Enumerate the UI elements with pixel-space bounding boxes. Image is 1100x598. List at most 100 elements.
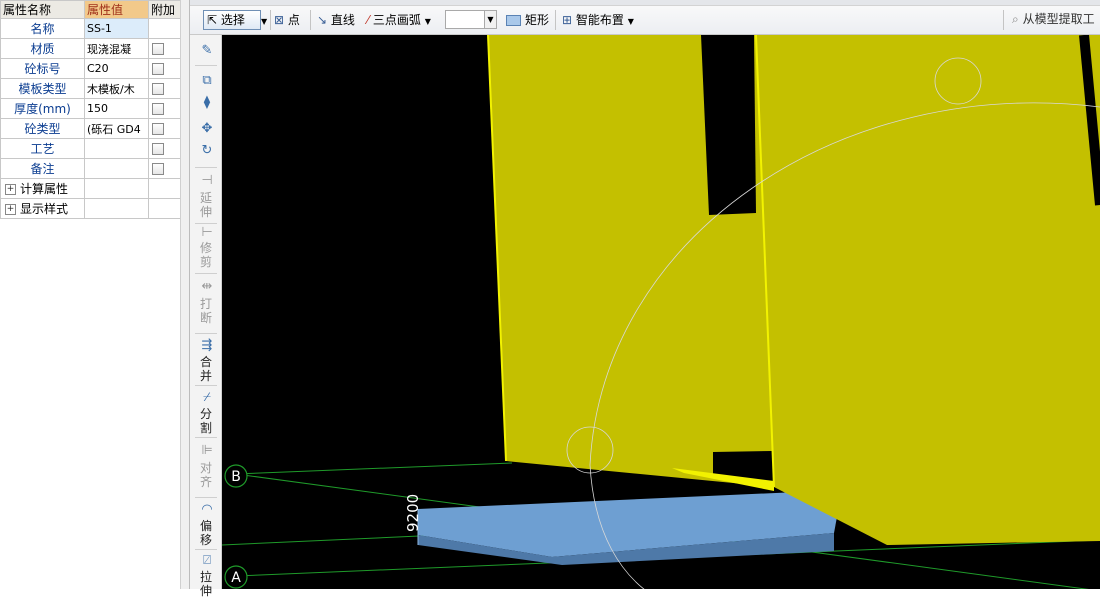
cursor-icon: ⇱: [207, 13, 218, 27]
merge-button[interactable]: 合并: [199, 355, 213, 383]
line-button[interactable]: ↘ 直线: [317, 11, 355, 29]
arc-label: 三点画弧: [372, 13, 421, 27]
point-label: 点: [287, 13, 300, 27]
line-icon: ↘: [317, 13, 328, 27]
trim-icon: ⊢: [201, 225, 213, 240]
offset-icon: ◠: [201, 502, 213, 517]
offset-button[interactable]: 偏移: [199, 519, 213, 547]
smart-layout-button[interactable]: ⊞ 智能布置 ▼: [562, 11, 634, 29]
chevron-down-icon[interactable]: ▼: [484, 11, 496, 28]
align-icon: ⊫: [201, 443, 213, 458]
property-panel: 属性名称 属性值 附加 名称 SS-1 材质 现浇混凝 砼标号 C20 模板类型…: [0, 0, 181, 589]
expand-icon[interactable]: +: [5, 204, 16, 215]
rect-button[interactable]: 矩形: [506, 11, 549, 29]
rotate-icon[interactable]: ↻: [199, 143, 215, 159]
expand-icon[interactable]: +: [5, 184, 16, 195]
property-row-remark[interactable]: 备注: [0, 158, 181, 179]
extend-icon: ⊣: [201, 173, 213, 188]
arc-icon: ⁄: [367, 13, 370, 27]
extract-from-model-button[interactable]: ⌕ 从模型提取工: [1012, 10, 1095, 30]
smart-layout-dropdown-arrow[interactable]: ▼: [628, 17, 634, 26]
header-extra: 附加: [148, 0, 181, 19]
header-property-value: 属性值: [84, 0, 149, 19]
extract-label: 从模型提取工: [1022, 12, 1095, 26]
property-label: 工艺: [0, 138, 85, 159]
select-label: 选择: [220, 13, 245, 27]
extra-checkbox[interactable]: [152, 123, 164, 135]
merge-icon: ⇶: [201, 338, 213, 353]
arc-dropdown-arrow[interactable]: ▼: [425, 17, 431, 26]
align-button[interactable]: 对齐: [199, 461, 213, 489]
header-property-name: 属性名称: [0, 0, 85, 19]
line-label: 直线: [330, 13, 355, 27]
property-label: 砼类型: [0, 118, 85, 139]
edit-icon[interactable]: ✎: [199, 43, 215, 59]
split-icon: ⌿: [203, 390, 211, 405]
split-button[interactable]: 分割: [199, 407, 213, 435]
property-label: 厚度(mm): [0, 98, 85, 119]
axis-label-a: A: [231, 570, 241, 586]
extra-checkbox[interactable]: [152, 163, 164, 175]
extra-checkbox[interactable]: [152, 143, 164, 155]
3d-viewport[interactable]: B A 9200: [222, 35, 1100, 589]
stretch-button[interactable]: 拉伸: [199, 570, 213, 598]
arc-combo-box[interactable]: ▼: [445, 10, 497, 29]
rect-label: 矩形: [525, 13, 550, 27]
copy-icon[interactable]: ⧉: [199, 73, 215, 89]
trim-button[interactable]: 修剪: [199, 241, 213, 269]
property-label: 砼标号: [0, 58, 85, 79]
property-row-process[interactable]: 工艺: [0, 138, 181, 159]
extra-checkbox[interactable]: [152, 103, 164, 115]
mirror-icon[interactable]: ⧫: [199, 95, 215, 111]
property-row-formwork[interactable]: 模板类型 木模板/木: [0, 78, 181, 99]
point-icon: ⊠: [274, 13, 285, 27]
break-button[interactable]: 打断: [199, 297, 213, 325]
select-button[interactable]: ⇱ 选择: [203, 10, 261, 30]
edit-toolbar: ✎ ⧉ ⧫ ✥ ↻ ⊣ 延伸 ⊢ 修剪 ⇹ 打断 ⇶ 合并 ⌿ 分割 ⊫ 对齐 …: [190, 35, 222, 598]
move-icon[interactable]: ✥: [199, 121, 215, 137]
property-value-input[interactable]: 木模板/木: [84, 78, 149, 99]
extend-button[interactable]: 延伸: [199, 191, 213, 219]
drawing-toolbar: ⇱ 选择 ▼ ⊠ 点 ↘ 直线 ⁄ 三点画弧 ▼ ▼ 矩形 ⊞ 智能布置 ▼ ⌕…: [190, 0, 1100, 35]
property-header-row: 属性名称 属性值 附加: [0, 0, 181, 19]
property-value-input[interactable]: 150: [84, 98, 149, 119]
wall-opening-upper: [701, 35, 756, 215]
smart-layout-label: 智能布置: [575, 13, 624, 27]
property-value-input[interactable]: [84, 138, 149, 159]
property-row-thickness[interactable]: 厚度(mm) 150: [0, 98, 181, 119]
scene-canvas[interactable]: B A 9200: [222, 35, 1100, 589]
property-value-input[interactable]: SS-1: [84, 18, 149, 39]
property-value-input[interactable]: 现浇混凝: [84, 38, 149, 59]
property-table: 属性名称 属性值 附加 名称 SS-1 材质 现浇混凝 砼标号 C20 模板类型…: [0, 0, 181, 219]
rect-icon: [506, 15, 521, 26]
extra-checkbox[interactable]: [152, 83, 164, 95]
search-icon: ⌕: [1012, 12, 1019, 26]
group-row-display[interactable]: + 显示样式: [0, 198, 181, 219]
group-row-calc[interactable]: + 计算属性: [0, 178, 181, 199]
panel-splitter[interactable]: [180, 0, 190, 589]
stretch-icon: ⍁: [203, 553, 211, 568]
property-value-input[interactable]: [84, 158, 149, 179]
axis-label-b: B: [231, 469, 241, 485]
select-dropdown-arrow[interactable]: ▼: [261, 11, 267, 29]
grid-line-b-back: [235, 462, 513, 475]
extra-checkbox[interactable]: [152, 43, 164, 55]
property-label: 备注: [0, 158, 85, 179]
group-label: 显示样式: [20, 202, 69, 216]
break-icon: ⇹: [201, 279, 213, 294]
smart-layout-icon: ⊞: [562, 13, 573, 27]
property-label: 模板类型: [0, 78, 85, 99]
property-row-concrete-type[interactable]: 砼类型 (砾石 GD4: [0, 118, 181, 139]
dimension-label: 9200: [404, 494, 422, 532]
property-row-grade[interactable]: 砼标号 C20: [0, 58, 181, 79]
property-label: 名称: [0, 18, 85, 39]
property-row-material[interactable]: 材质 现浇混凝: [0, 38, 181, 59]
property-value-input[interactable]: C20: [84, 58, 149, 79]
arc-button[interactable]: ⁄ 三点画弧 ▼: [367, 11, 431, 29]
property-value-input[interactable]: (砾石 GD4: [84, 118, 149, 139]
extra-checkbox[interactable]: [152, 63, 164, 75]
property-label: 材质: [0, 38, 85, 59]
wall-right-face[interactable]: [756, 35, 1100, 545]
point-button[interactable]: ⊠ 点: [274, 11, 300, 29]
property-row-name[interactable]: 名称 SS-1: [0, 18, 181, 39]
